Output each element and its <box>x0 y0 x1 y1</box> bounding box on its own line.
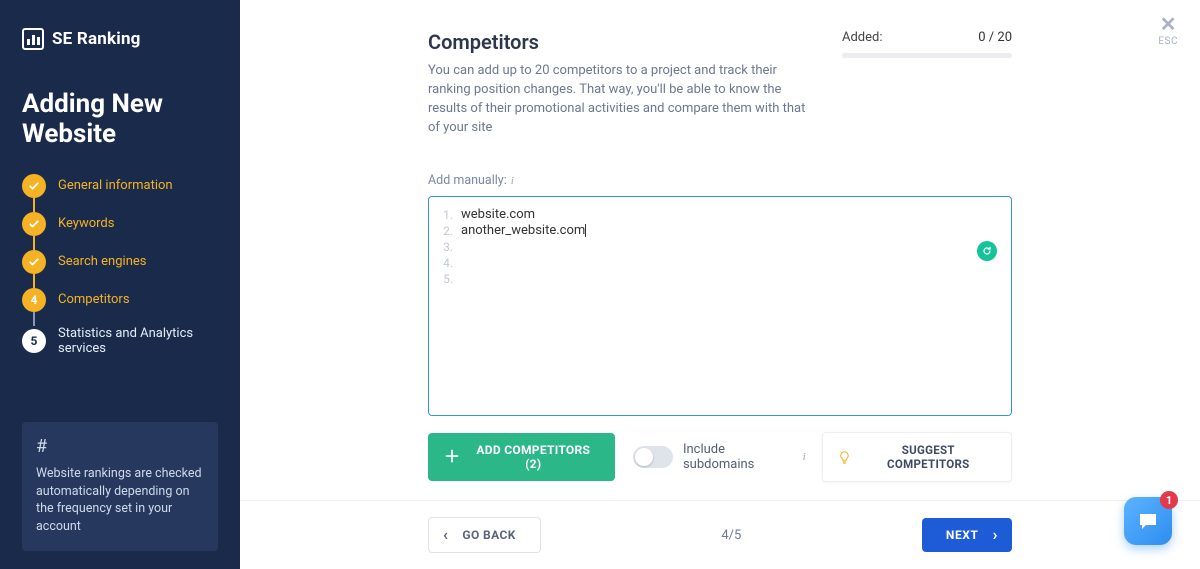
next-button[interactable]: NEXT › <box>922 518 1012 552</box>
line-numbers: 1.2.3.4.5. <box>437 205 461 407</box>
step-connector <box>33 236 35 250</box>
sidebar: SE Ranking Adding New Website General in… <box>0 0 240 569</box>
close-icon: ✕ <box>1158 14 1178 34</box>
info-icon[interactable]: i <box>511 175 514 187</box>
step-label: Competitors <box>58 292 130 308</box>
toggle-label: Include subdomains i <box>683 442 806 472</box>
button-label: ADD COMPETITORS (2) <box>467 443 599 471</box>
notification-badge: 1 <box>1160 491 1178 509</box>
step-competitors[interactable]: 4 Competitors <box>22 288 218 312</box>
header-text: Competitors You can add up to 20 competi… <box>428 30 808 137</box>
info-icon[interactable]: i <box>803 451 806 463</box>
page-indicator: 4/5 <box>721 528 741 543</box>
step-connector <box>33 198 35 212</box>
step-label: Statistics and Analytics services <box>58 326 218 357</box>
add-competitors-button[interactable]: ＋ ADD COMPETITORS (2) <box>428 433 615 481</box>
brand: SE Ranking <box>22 28 218 50</box>
close-button[interactable]: ✕ ESC <box>1158 14 1178 47</box>
step-number-icon: 4 <box>22 288 46 312</box>
step-label: Keywords <box>58 216 114 232</box>
step-label: General information <box>58 178 173 194</box>
check-icon <box>22 250 46 274</box>
close-esc-label: ESC <box>1158 36 1178 47</box>
added-counter: Added: 0 / 20 <box>842 30 1012 137</box>
editor-line: website.com <box>461 207 586 223</box>
hash-icon: # <box>36 436 204 457</box>
brand-name: SE Ranking <box>52 29 141 49</box>
button-label: GO BACK <box>462 528 515 542</box>
grammarly-icon[interactable] <box>977 241 997 261</box>
check-icon <box>22 212 46 236</box>
chat-widget-button[interactable]: 1 <box>1124 497 1172 545</box>
footer-nav: ‹ GO BACK 4/5 NEXT › <box>240 500 1200 569</box>
added-label: Added: <box>842 30 883 45</box>
editor-content: website.com another_website.com <box>461 205 586 407</box>
section-title: Competitors <box>428 30 808 54</box>
step-number-icon: 5 <box>22 329 46 353</box>
added-count: 0 / 20 <box>978 30 1012 45</box>
add-manually-label: Add manually: i <box>428 173 1012 188</box>
include-subdomains-toggle[interactable] <box>633 446 673 468</box>
go-back-button[interactable]: ‹ GO BACK <box>428 517 541 553</box>
wizard-steps: General information Keywords Search engi… <box>22 174 218 357</box>
sidebar-tip: # Website rankings are checked automatic… <box>22 422 218 551</box>
tip-text: Website rankings are checked automatical… <box>36 465 204 535</box>
section-header: Competitors You can add up to 20 competi… <box>428 30 1012 137</box>
check-icon <box>22 174 46 198</box>
editor-toolbar: ＋ ADD COMPETITORS (2) Include subdomains… <box>428 432 1012 482</box>
left-controls: ＋ ADD COMPETITORS (2) Include subdomains… <box>428 433 806 481</box>
section-description: You can add up to 20 competitors to a pr… <box>428 62 808 137</box>
brand-bar-chart-icon <box>22 28 44 50</box>
content-area: Competitors You can add up to 20 competi… <box>240 0 1200 500</box>
include-subdomains-control: Include subdomains i <box>633 442 805 472</box>
button-label: SUGGEST COMPETITORS <box>860 443 997 471</box>
step-general-information[interactable]: General information <box>22 174 218 198</box>
step-statistics-analytics[interactable]: 5 Statistics and Analytics services <box>22 326 218 357</box>
page-title: Adding New Website <box>22 90 218 150</box>
lightbulb-icon <box>837 450 852 465</box>
chat-bubble-icon <box>1136 509 1160 533</box>
step-label: Search engines <box>58 254 146 270</box>
step-search-engines[interactable]: Search engines <box>22 250 218 274</box>
button-label: NEXT <box>946 528 979 542</box>
competitors-textarea[interactable]: 1.2.3.4.5. website.com another_website.c… <box>428 196 1012 416</box>
editor-line: another_website.com <box>461 223 586 239</box>
step-connector <box>33 274 35 288</box>
main-panel: ✕ ESC Competitors You can add up to 20 c… <box>240 0 1200 569</box>
added-progress-bar <box>842 53 1012 58</box>
suggest-competitors-button[interactable]: SUGGEST COMPETITORS <box>822 432 1012 482</box>
step-keywords[interactable]: Keywords <box>22 212 218 236</box>
step-connector <box>33 312 35 326</box>
